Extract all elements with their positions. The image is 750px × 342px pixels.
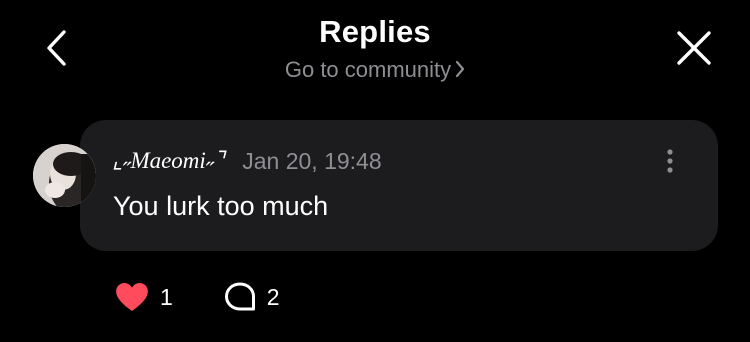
page-title: Replies bbox=[319, 14, 431, 49]
username[interactable]: ⌞˶Maeomi˶⌝ bbox=[112, 148, 224, 174]
comment-icon bbox=[224, 282, 255, 311]
reply-meta: ⌞˶Maeomi˶⌝ Jan 20, 19:48 bbox=[112, 146, 382, 176]
reply-text: You lurk too much bbox=[113, 191, 329, 221]
go-to-community-link[interactable]: Go to community bbox=[0, 57, 750, 84]
like-count: 1 bbox=[160, 283, 173, 310]
chevron-right-icon bbox=[455, 58, 465, 84]
comment-button[interactable]: 2 bbox=[223, 281, 280, 313]
go-to-community-label: Go to community bbox=[284, 57, 452, 82]
reply-bubble bbox=[80, 120, 718, 251]
avatar[interactable] bbox=[33, 144, 96, 207]
timestamp: Jan 20, 19:48 bbox=[242, 147, 382, 174]
like-button[interactable]: 1 bbox=[114, 281, 173, 313]
avatar-image bbox=[33, 144, 96, 207]
reply-actions: 1 2 bbox=[114, 280, 280, 314]
header: Replies Go to community bbox=[0, 0, 750, 100]
close-icon bbox=[677, 31, 711, 65]
heart-icon bbox=[116, 283, 148, 311]
close-button[interactable] bbox=[672, 26, 716, 70]
more-vertical-icon bbox=[667, 149, 673, 173]
more-options-button[interactable] bbox=[656, 146, 684, 176]
reply-count: 2 bbox=[266, 283, 280, 310]
